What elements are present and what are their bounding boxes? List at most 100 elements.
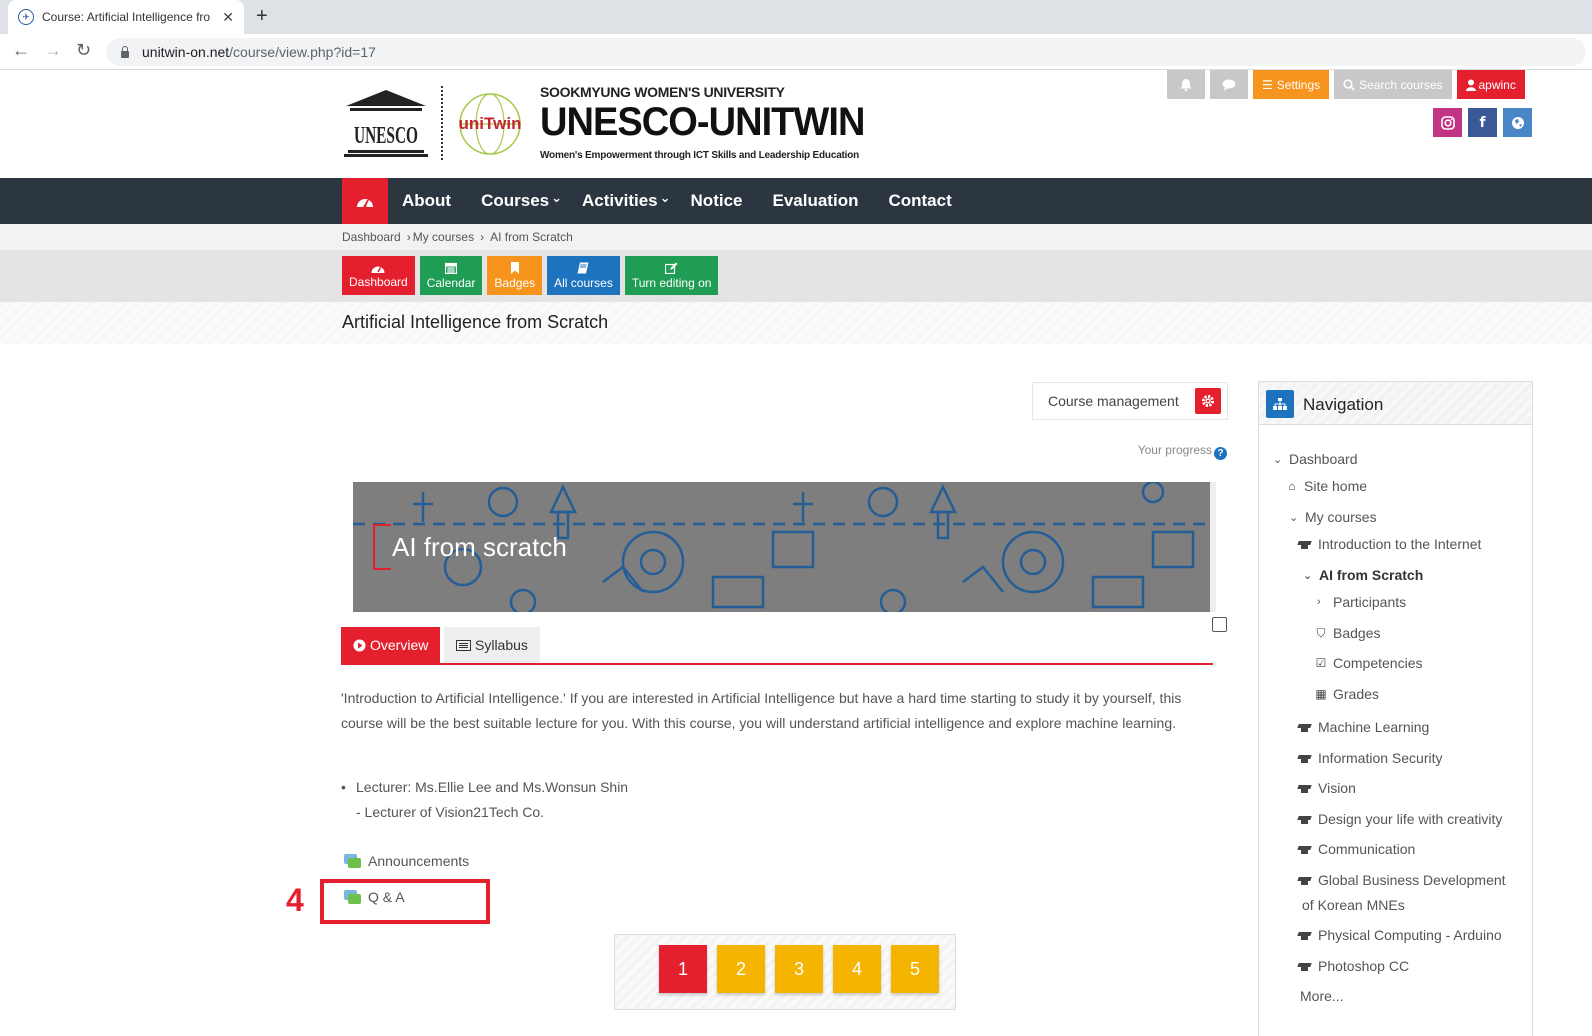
quick-links-bar: Dashboard Calendar Badges All courses Tu… — [0, 250, 1592, 302]
nav-tree-my-courses[interactable]: ⌄ My courses — [1289, 509, 1377, 525]
chevron-right-icon: › — [1317, 596, 1321, 608]
nav-tree-course-global-business[interactable]: Global Business Development — [1297, 872, 1506, 888]
new-tab-button[interactable]: + — [256, 5, 268, 28]
page-title: Artificial Intelligence from Scratch — [342, 312, 609, 332]
check-square-icon: ☑ — [1315, 656, 1327, 670]
navigation-block: Navigation ⌄ Dashboard ⌂ Site home ⌄ My cou… — [1258, 381, 1533, 1036]
page-button-2[interactable]: 2 — [717, 945, 765, 993]
activity-announcements[interactable]: Announcements — [344, 853, 469, 869]
dashboard-home-button[interactable] — [342, 178, 388, 224]
reload-icon[interactable]: ↻ — [76, 40, 91, 61]
nav-tree-competencies[interactable]: ☑ Competencies — [1313, 655, 1423, 671]
turn-editing-on-label: Turn editing on — [631, 275, 712, 290]
course-management-label: Course management — [1048, 393, 1179, 409]
nav-courses[interactable]: Courses — [481, 191, 562, 211]
settings-button[interactable]: ☰ Settings — [1253, 70, 1330, 99]
navigation-title: Navigation — [1303, 395, 1384, 414]
nav-tree-course-vision[interactable]: Vision — [1297, 780, 1356, 796]
forum-icon — [344, 853, 361, 869]
breadcrumb-dashboard[interactable]: Dashboard — [342, 230, 401, 244]
nav-tree-dashboard[interactable]: ⌄ Dashboard — [1273, 451, 1358, 467]
user-menu-button[interactable]: apwinc — [1456, 70, 1525, 99]
quick-all-courses-button[interactable]: All courses — [547, 256, 620, 295]
messages-button[interactable] — [1210, 70, 1248, 99]
facebook-icon[interactable]: f — [1468, 108, 1497, 137]
nav-tree-course-design-your-life[interactable]: Design your life with creativity — [1297, 811, 1502, 827]
nav-tree-more-link[interactable]: More... — [1300, 988, 1344, 1004]
nav-evaluation[interactable]: Evaluation — [773, 191, 859, 211]
lecturer-affiliation: - Lecturer of Vision21Tech Co. — [356, 803, 545, 820]
nav-tree-current-course[interactable]: ⌄ AI from Scratch — [1303, 567, 1423, 583]
nav-tree-participants-label: Participants — [1333, 594, 1407, 610]
forward-arrow-icon[interactable]: → — [44, 40, 62, 61]
nav-tree-course-global-business-line2[interactable]: of Korean MNEs — [1302, 897, 1405, 913]
nav-tree-grades-label: Grades — [1333, 686, 1379, 702]
nav-tree-site-home[interactable]: ⌂ Site home — [1284, 478, 1367, 494]
breadcrumb-my-courses[interactable]: My courses — [413, 230, 474, 244]
tab-syllabus[interactable]: Syllabus — [444, 627, 540, 663]
page-button-1[interactable]: 1 — [659, 945, 707, 993]
page-button-5[interactable]: 5 — [891, 945, 939, 993]
lock-icon — [120, 46, 130, 58]
edit-icon — [665, 262, 678, 274]
brand-tagline: Women's Empowerment through ICT Skills a… — [540, 150, 860, 161]
banner-accent-bracket — [373, 524, 391, 570]
main-navbar: About Courses Activities Notice Evaluati… — [0, 178, 1592, 224]
nav-tree-competencies-label: Competencies — [1333, 655, 1423, 671]
tab-syllabus-label: Syllabus — [475, 637, 528, 653]
university-name: SOOKMYUNG WOMEN'S UNIVERSITY — [540, 84, 785, 100]
nav-notice[interactable]: Notice — [691, 191, 743, 211]
search-courses-button[interactable]: Search courses — [1334, 70, 1452, 99]
nav-tree-current-course-label: AI from Scratch — [1319, 567, 1424, 583]
nav-tree-course-label: Photoshop CC — [1318, 958, 1410, 974]
chat-bubble-icon — [1222, 79, 1236, 91]
turn-editing-on-button[interactable]: Turn editing on — [624, 256, 719, 295]
gear-icon[interactable] — [1195, 388, 1221, 414]
nav-tree-course-communication[interactable]: Communication — [1297, 841, 1415, 857]
quick-badges-button[interactable]: Badges — [487, 256, 543, 295]
list-icon — [456, 639, 471, 651]
nav-tree-course-intro-internet[interactable]: Introduction to the Internet — [1297, 536, 1481, 552]
nav-tree-course-information-security[interactable]: Information Security — [1297, 750, 1443, 766]
globe-icon[interactable] — [1503, 108, 1532, 137]
url-input[interactable]: unitwin-on.net/course/view.php?id=17 — [106, 38, 1586, 66]
tab-overview-label: Overview — [370, 637, 429, 653]
breadcrumb-current-course[interactable]: AI from Scratch — [490, 230, 573, 244]
nav-about[interactable]: About — [402, 191, 451, 211]
nav-tree-course-label: Vision — [1318, 780, 1356, 796]
nav-contact[interactable]: Contact — [888, 191, 951, 211]
close-tab-icon[interactable]: ✕ — [222, 9, 234, 26]
graduation-cap-icon — [1297, 783, 1313, 793]
nav-tree-badges[interactable]: ⛉ Badges — [1313, 625, 1380, 641]
page-button-3[interactable]: 3 — [775, 945, 823, 993]
back-arrow-icon[interactable]: ← — [12, 40, 30, 61]
nav-tree-participants[interactable]: › Participants — [1317, 594, 1406, 610]
quick-dashboard-button[interactable]: Dashboard — [342, 256, 415, 295]
nav-tree-course-machine-learning[interactable]: Machine Learning — [1297, 719, 1429, 735]
unitwin-logo[interactable]: uniTwin — [452, 88, 528, 158]
graduation-cap-icon — [1297, 844, 1313, 854]
tab-overview[interactable]: Overview — [341, 627, 441, 663]
nav-tree-course-physical-computing[interactable]: Physical Computing - Arduino — [1297, 927, 1502, 943]
header-toolbar: ☰ Settings Search courses apwinc — [1167, 70, 1525, 99]
announcements-link[interactable]: Announcements — [368, 853, 469, 869]
quick-dashboard-label: Dashboard — [349, 274, 408, 289]
nav-tree-grades[interactable]: ▦ Grades — [1313, 686, 1379, 702]
instagram-icon[interactable] — [1433, 108, 1462, 137]
svg-text:uniTwin: uniTwin — [459, 114, 522, 133]
nav-activities[interactable]: Activities — [582, 191, 671, 211]
unesco-logo[interactable]: UNESCO — [342, 88, 430, 158]
nav-tree-course-photoshop[interactable]: Photoshop CC — [1297, 958, 1409, 974]
help-icon[interactable]: ? — [1214, 447, 1227, 460]
browser-tab[interactable]: ✈ Course: Artificial Intelligence fro ✕ — [8, 0, 244, 34]
svg-text:UNESCO: UNESCO — [354, 123, 418, 149]
quick-calendar-button[interactable]: Calendar — [419, 256, 483, 295]
navigation-header: Navigation — [1259, 382, 1532, 425]
banner-scrollbar[interactable] — [1210, 482, 1216, 612]
page-button-4[interactable]: 4 — [833, 945, 881, 993]
completion-checkbox[interactable] — [1212, 617, 1227, 632]
site-header: UNESCO uniTwin SOOKMYUNG WOMEN'S UNIVERS… — [0, 70, 1592, 178]
nav-tree-course-label: Machine Learning — [1318, 719, 1430, 735]
course-management-button[interactable]: Course management — [1032, 382, 1228, 420]
notifications-button[interactable] — [1167, 70, 1205, 99]
